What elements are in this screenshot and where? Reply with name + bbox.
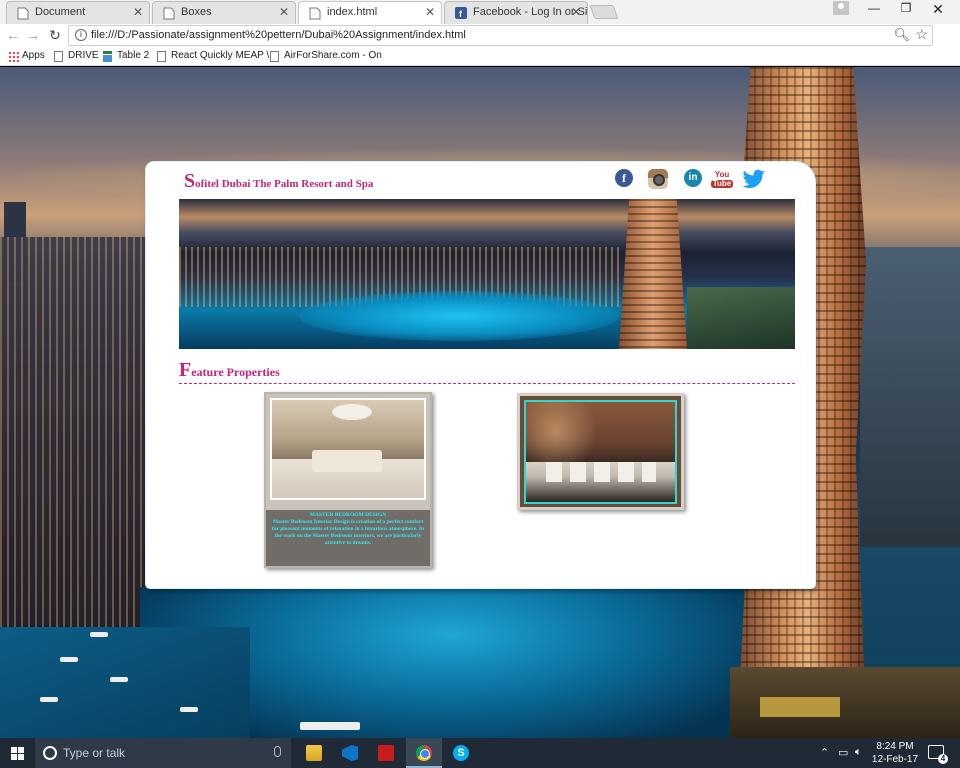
- page-icon: [54, 51, 63, 62]
- bookmark-apps[interactable]: Apps: [8, 50, 45, 62]
- bookmark-star-icon[interactable]: ☆: [915, 26, 928, 43]
- clock-date: 12-Feb-17: [871, 754, 919, 765]
- profile-icon[interactable]: [833, 1, 849, 15]
- close-tab-icon[interactable]: ✕: [133, 5, 143, 19]
- youtube-text-bottom: Tube: [711, 179, 733, 188]
- apps-grid-icon: [8, 51, 19, 62]
- info-icon[interactable]: i: [75, 29, 87, 41]
- reload-icon[interactable]: ↻: [46, 27, 64, 44]
- tab-facebook[interactable]: f Facebook - Log In or Sig ✕: [444, 1, 588, 24]
- taskbar-search[interactable]: Type or talk: [35, 738, 291, 768]
- bookmark-label: AirForShare.com - On: [284, 50, 382, 61]
- site-title-initial: S: [184, 170, 196, 192]
- network-icon[interactable]: ▭: [838, 746, 848, 759]
- table-icon: [103, 51, 112, 62]
- search-placeholder: Type or talk: [63, 746, 126, 760]
- taskbar-file-explorer[interactable]: [296, 738, 332, 768]
- notification-icon[interactable]: 4: [928, 745, 948, 764]
- property-caption: MASTER BEDROOM DESIGN Master Bedroom Int…: [269, 512, 427, 547]
- chevron-up-icon[interactable]: ⌃: [820, 746, 829, 759]
- section-title-text: eature Properties: [191, 365, 280, 379]
- tab-label: Document: [35, 6, 86, 18]
- folder-icon: [306, 745, 322, 761]
- page-icon: [157, 51, 166, 62]
- new-tab-button[interactable]: [589, 5, 619, 19]
- bookmark-react-quickly[interactable]: React Quickly MEAP \: [157, 50, 270, 62]
- document-icon: [309, 7, 321, 20]
- bookmark-label: DRIVE: [68, 50, 99, 61]
- page-icon: [270, 51, 279, 62]
- restore-icon[interactable]: ❐: [892, 1, 920, 15]
- close-tab-icon[interactable]: ✕: [279, 5, 289, 19]
- minimize-icon[interactable]: —: [860, 1, 888, 15]
- facebook-icon[interactable]: f: [615, 169, 633, 187]
- tab-index-html[interactable]: index.html ✕: [298, 1, 442, 24]
- tab-strip: Document ✕ Boxes ✕ index.html ✕ f Facebo…: [0, 0, 960, 24]
- taskbar: Type or talk S ⌃ ▭ 🔈︎ 8:24 PM 12-Feb-17 …: [0, 738, 960, 768]
- restaurant-image: [524, 400, 677, 504]
- forward-icon[interactable]: →: [24, 27, 42, 43]
- tab-label: index.html: [327, 6, 378, 18]
- clock-time: 8:24 PM: [876, 741, 914, 752]
- close-window-icon[interactable]: ✕: [924, 1, 952, 18]
- close-tab-icon[interactable]: ✕: [425, 5, 435, 19]
- tab-label: Boxes: [181, 6, 212, 18]
- notification-count: 4: [938, 754, 948, 764]
- taskbar-chrome[interactable]: [406, 738, 442, 768]
- bookmark-airforshare[interactable]: AirForShare.com - On: [270, 50, 382, 62]
- property-card-bedroom[interactable]: MASTER BEDROOM DESIGN Master Bedroom Int…: [264, 392, 432, 568]
- bookmark-drive[interactable]: DRIVE: [54, 50, 99, 62]
- youtube-text-top: You: [714, 170, 730, 179]
- hero-banner-image: [179, 199, 795, 349]
- taskbar-skype[interactable]: S: [443, 738, 479, 768]
- toolbar: ← → ↻ i file:///D:/Passionate/assignment…: [0, 24, 960, 66]
- page-viewport: Sofitel Dubai The Palm Resort and Spa f …: [0, 67, 960, 738]
- bookmark-label: Apps: [22, 50, 45, 61]
- bookmark-label: React Quickly MEAP \: [171, 50, 270, 61]
- site-title: Sofitel Dubai The Palm Resort and Spa: [184, 170, 373, 193]
- url-text[interactable]: file:///D:/Passionate/assignment%20pette…: [91, 29, 466, 41]
- close-tab-icon[interactable]: ✕: [571, 5, 581, 19]
- back-icon[interactable]: ←: [4, 27, 22, 43]
- skype-icon: S: [453, 745, 469, 761]
- caption-title: MASTER BEDROOM DESIGN: [309, 512, 387, 518]
- section-title: Feature Properties: [179, 359, 795, 384]
- zoom-icon[interactable]: 🔍︎: [893, 27, 910, 43]
- windows-start-icon[interactable]: [11, 747, 24, 760]
- pdf-icon: [378, 745, 394, 761]
- tab-document[interactable]: Document ✕: [6, 1, 150, 24]
- instagram-icon[interactable]: [648, 169, 668, 189]
- address-bar[interactable]: i file:///D:/Passionate/assignment%20pet…: [68, 25, 933, 46]
- section-title-initial: F: [179, 359, 192, 381]
- bookmark-table2[interactable]: Table 2: [103, 50, 150, 62]
- taskbar-vscode[interactable]: [332, 738, 368, 768]
- youtube-icon[interactable]: You Tube: [711, 170, 733, 188]
- microphone-icon[interactable]: [274, 746, 281, 757]
- content-card: Sofitel Dubai The Palm Resort and Spa f …: [146, 162, 815, 588]
- facebook-favicon-icon: f: [455, 7, 467, 20]
- site-title-text: ofitel Dubai The Palm Resort and Spa: [195, 178, 374, 190]
- twitter-icon[interactable]: [742, 169, 766, 189]
- bookmark-label: Table 2: [117, 50, 150, 61]
- chrome-icon: [416, 745, 432, 761]
- bedroom-image: [270, 398, 426, 500]
- document-icon: [163, 7, 175, 20]
- document-icon: [17, 7, 29, 20]
- volume-icon[interactable]: 🔈︎: [855, 746, 862, 759]
- system-clock[interactable]: 8:24 PM 12-Feb-17: [870, 740, 920, 766]
- property-card-restaurant[interactable]: [517, 393, 684, 510]
- linkedin-icon[interactable]: in: [684, 169, 702, 187]
- caption-text: Master Bedroom Interior Design is creati…: [271, 519, 425, 546]
- bookmarks-bar: Apps DRIVE Table 2 React Quickly MEAP \ …: [0, 47, 960, 66]
- taskbar-acrobat[interactable]: [368, 738, 404, 768]
- tab-boxes[interactable]: Boxes ✕: [152, 1, 296, 24]
- vscode-icon: [342, 745, 358, 761]
- cortana-icon: [43, 746, 57, 760]
